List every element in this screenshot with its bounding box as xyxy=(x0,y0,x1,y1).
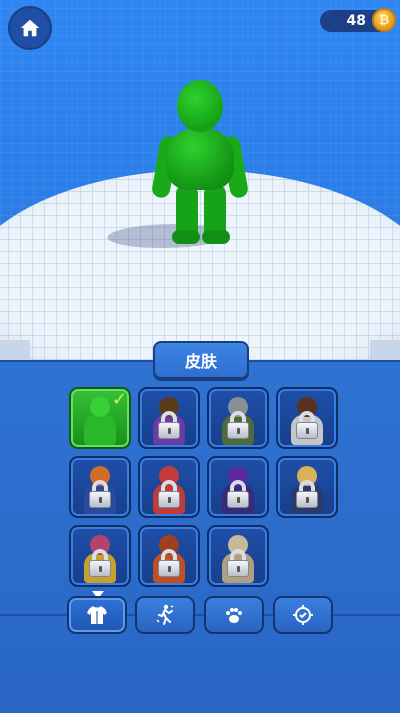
skin-panel xyxy=(0,360,400,713)
lock-icon xyxy=(296,480,318,508)
skin-slot-clown[interactable] xyxy=(69,525,131,587)
skin-slot-mummy[interactable] xyxy=(207,525,269,587)
lock-icon xyxy=(158,549,180,577)
tabbar-divider xyxy=(0,614,400,616)
coin-icon: ₿ xyxy=(372,8,396,32)
skin-slot-santa[interactable] xyxy=(138,456,200,518)
tab-effects[interactable] xyxy=(273,596,333,634)
lock-icon xyxy=(296,411,318,439)
rail-left xyxy=(0,340,30,360)
checkmark-icon: ✓ xyxy=(111,389,127,410)
skin-figure-head xyxy=(90,397,110,417)
lock-icon xyxy=(158,411,180,439)
skin-slot-witch[interactable] xyxy=(138,387,200,449)
character-body xyxy=(166,128,234,190)
target-icon xyxy=(293,605,313,625)
panel-title: 皮肤 xyxy=(153,341,249,379)
coin-symbol: ₿ xyxy=(378,13,390,28)
skin-slot-green[interactable]: ✓ xyxy=(69,387,131,449)
lock-icon xyxy=(158,480,180,508)
character-head xyxy=(177,80,223,132)
lock-icon xyxy=(89,480,111,508)
character-right-foot xyxy=(202,230,230,244)
character-preview[interactable] xyxy=(150,80,250,250)
character-left-foot xyxy=(172,230,200,244)
skin-slot-lion[interactable] xyxy=(138,525,200,587)
tab-pets[interactable] xyxy=(204,596,264,634)
game-scene xyxy=(0,0,400,360)
skin-slot-samurai[interactable] xyxy=(276,387,338,449)
shirt-icon xyxy=(87,606,107,624)
skin-figure-body xyxy=(84,415,116,445)
dance-icon xyxy=(156,604,174,625)
skin-slot-knight[interactable] xyxy=(207,387,269,449)
coin-counter: 48 ₿ xyxy=(320,8,396,32)
lock-icon xyxy=(227,411,249,439)
lock-icon xyxy=(89,549,111,577)
rail-right xyxy=(370,340,400,360)
skin-slot-straw-hat[interactable] xyxy=(276,456,338,518)
home-icon xyxy=(20,19,40,37)
tab-emotes[interactable] xyxy=(135,596,195,634)
skin-slot-mage[interactable] xyxy=(207,456,269,518)
lock-icon xyxy=(227,480,249,508)
coin-count: 48 xyxy=(346,13,366,29)
paw-icon xyxy=(226,608,242,623)
home-button[interactable] xyxy=(8,6,52,50)
lock-icon xyxy=(227,549,249,577)
tab-skins[interactable] xyxy=(67,596,127,634)
skin-slot-farmer[interactable] xyxy=(69,456,131,518)
